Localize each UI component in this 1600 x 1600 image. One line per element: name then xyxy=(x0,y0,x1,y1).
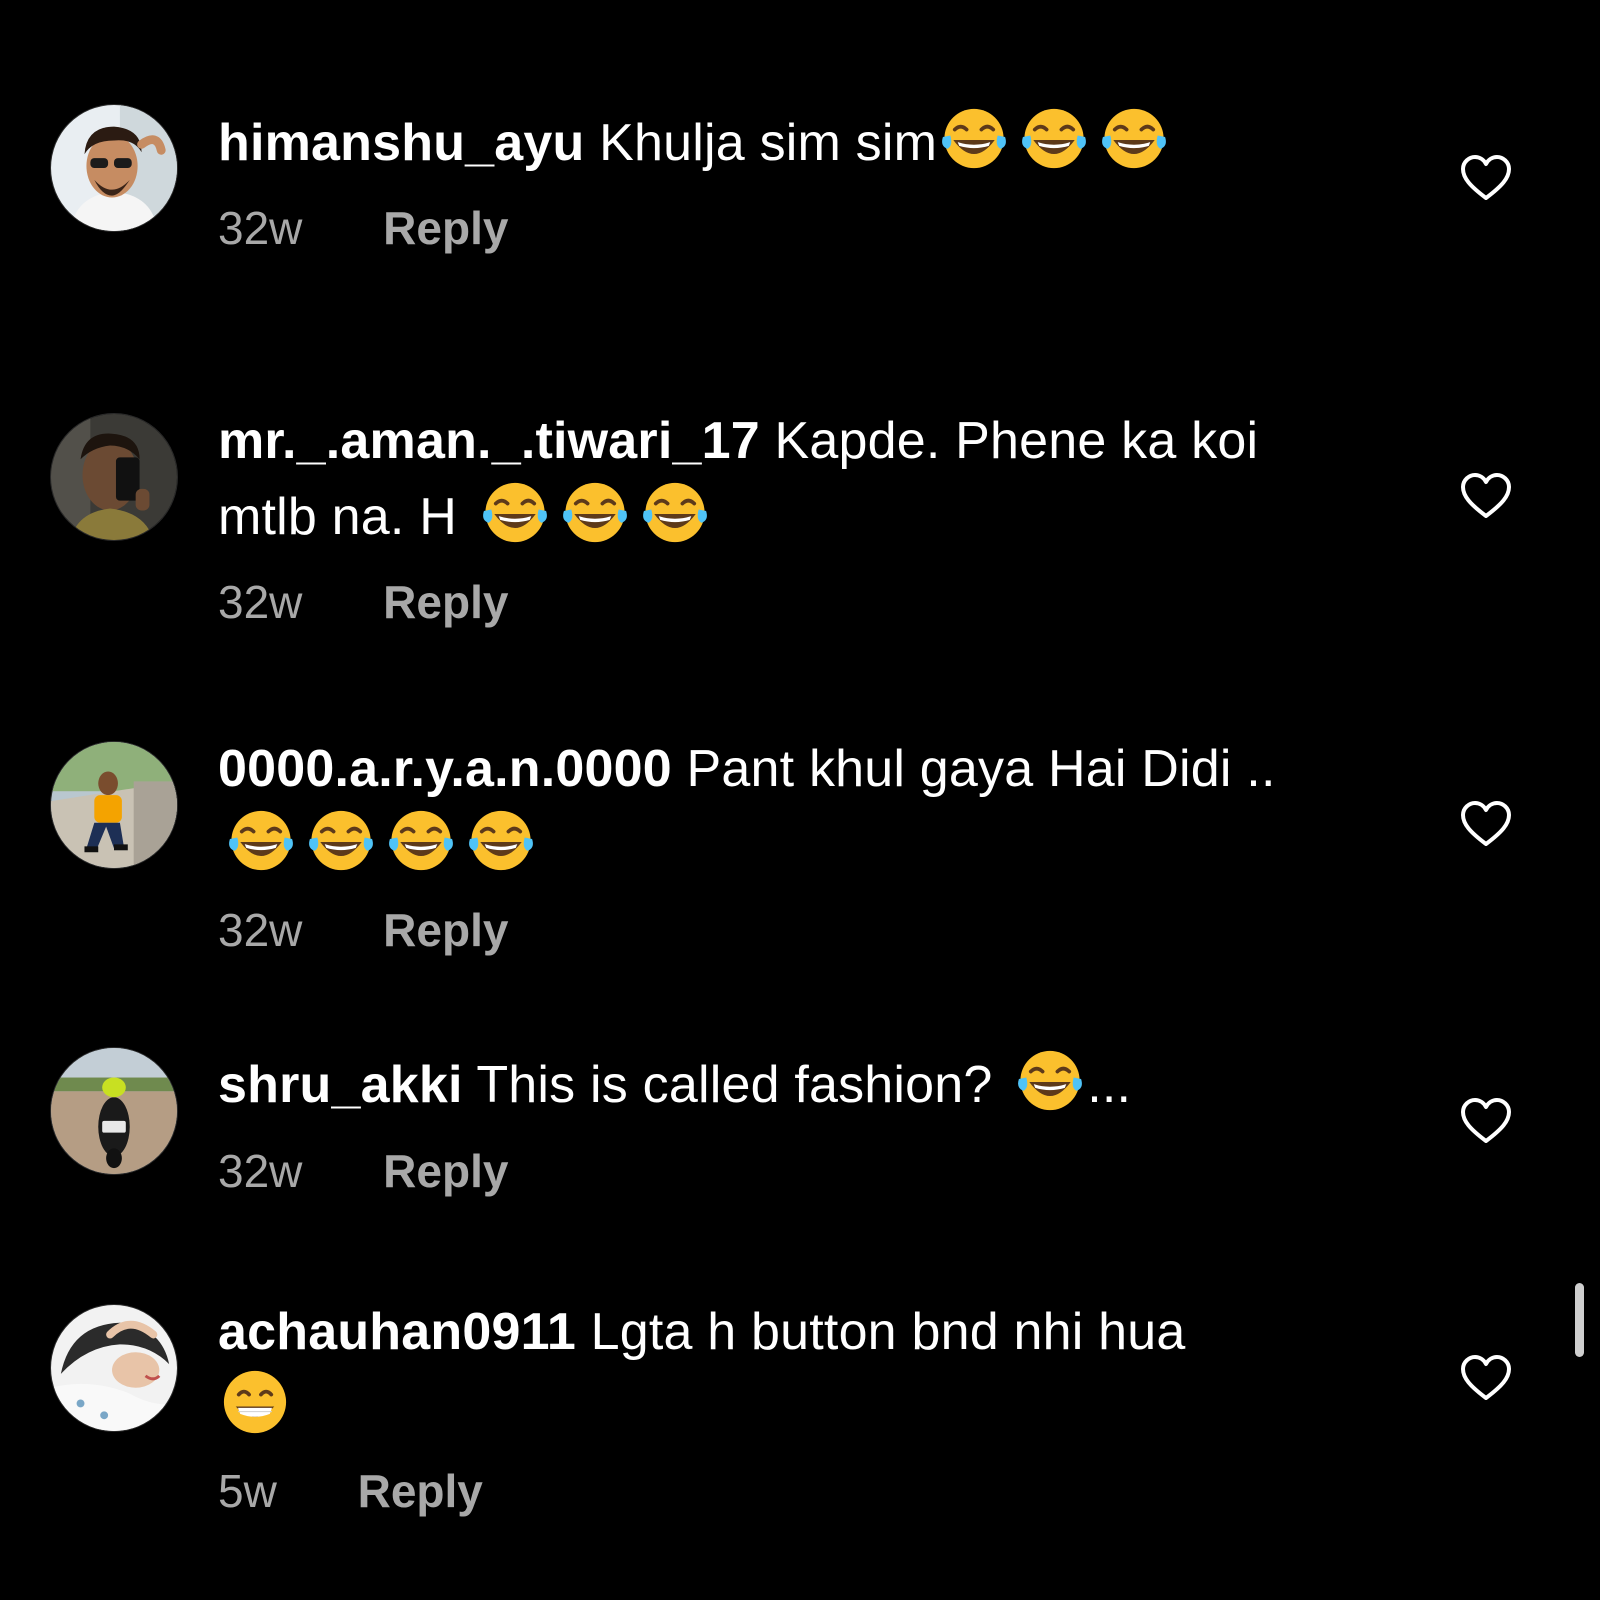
like-button[interactable] xyxy=(1460,1354,1512,1402)
comment-meta: 5w Reply xyxy=(218,1463,483,1519)
avatar[interactable] xyxy=(50,413,178,541)
face-with-tears-of-joy-icon xyxy=(224,802,298,876)
face-with-tears-of-joy-icon xyxy=(304,802,378,876)
reply-button[interactable]: Reply xyxy=(383,200,508,256)
face-with-tears-of-joy-icon xyxy=(464,802,538,876)
comment-meta: 32w Reply xyxy=(218,1143,508,1199)
comment-username[interactable]: himanshu_ayu xyxy=(218,114,585,172)
reply-button[interactable]: Reply xyxy=(383,902,508,958)
reply-button[interactable]: Reply xyxy=(383,574,508,630)
comment-age: 32w xyxy=(218,904,303,956)
avatar[interactable] xyxy=(50,1304,178,1432)
avatar[interactable] xyxy=(50,104,178,232)
avatar-photo-man-sitting-icon xyxy=(51,742,177,868)
face-with-tears-of-joy-icon xyxy=(1097,100,1171,174)
comment-username[interactable]: shru_akki xyxy=(218,1056,463,1114)
heart-outline-icon xyxy=(1460,800,1512,848)
comment-text: Pant khul gaya Hai Didi .. xyxy=(686,740,1276,798)
comment-text: Khulja sim sim xyxy=(599,114,938,172)
comment-age: 32w xyxy=(218,576,303,628)
comment-meta: 32w Reply xyxy=(218,574,508,630)
comment-meta: 32w Reply xyxy=(218,200,508,256)
face-with-tears-of-joy-icon xyxy=(1017,100,1091,174)
avatar-photo-man-sunglasses-icon xyxy=(51,105,177,231)
face-with-tears-of-joy-icon xyxy=(384,802,458,876)
comment-content: shru_akki This is called fashion? ... xyxy=(218,1042,1328,1118)
like-button[interactable] xyxy=(1460,800,1512,848)
heart-outline-icon xyxy=(1460,472,1512,520)
like-button[interactable] xyxy=(1460,1097,1512,1145)
heart-outline-icon xyxy=(1460,1097,1512,1145)
heart-outline-icon xyxy=(1460,1354,1512,1402)
scrollbar-thumb[interactable] xyxy=(1575,1283,1584,1357)
comment-content: himanshu_ayu Khulja sim sim xyxy=(218,100,1328,176)
face-with-tears-of-joy-icon xyxy=(638,474,712,548)
face-with-tears-of-joy-icon xyxy=(937,100,1011,174)
comment-text: This is called fashion? xyxy=(476,1056,993,1114)
face-with-tears-of-joy-icon xyxy=(478,474,552,548)
comment-meta: 32w Reply xyxy=(218,902,508,958)
grinning-face-with-smiling-eyes-icon xyxy=(218,1365,292,1439)
heart-outline-icon xyxy=(1460,154,1512,202)
comment-content: achauhan0911 Lgta h button bnd nhi hua xyxy=(218,1299,1328,1441)
comment-username[interactable]: mr._.aman._.tiwari_17 xyxy=(218,412,760,470)
reply-button[interactable]: Reply xyxy=(358,1463,483,1519)
like-button[interactable] xyxy=(1460,154,1512,202)
comment-ellipsis[interactable]: ... xyxy=(1087,1056,1131,1114)
face-with-tears-of-joy-icon xyxy=(558,474,632,548)
reply-button[interactable]: Reply xyxy=(383,1143,508,1199)
comment-content: mr._.aman._.tiwari_17 Kapde. Phene ka ko… xyxy=(218,408,1328,550)
avatar[interactable] xyxy=(50,741,178,869)
comment-age: 32w xyxy=(218,1145,303,1197)
avatar-photo-motorcycle-icon xyxy=(51,1048,177,1174)
face-with-tears-of-joy-icon xyxy=(1013,1042,1087,1116)
comment-username[interactable]: achauhan0911 xyxy=(218,1303,576,1361)
comment-username[interactable]: 0000.a.r.y.a.n.0000 xyxy=(218,740,672,798)
comment-text: Lgta h button bnd nhi hua xyxy=(590,1303,1186,1361)
like-button[interactable] xyxy=(1460,472,1512,520)
avatar[interactable] xyxy=(50,1047,178,1175)
comment-age: 5w xyxy=(218,1465,277,1517)
comment-content: 0000.a.r.y.a.n.0000 Pant khul gaya Hai D… xyxy=(218,736,1328,878)
comment-age: 32w xyxy=(218,202,303,254)
avatar-photo-woman-lying-icon xyxy=(51,1305,177,1431)
avatar-photo-mirror-selfie-icon xyxy=(51,414,177,540)
